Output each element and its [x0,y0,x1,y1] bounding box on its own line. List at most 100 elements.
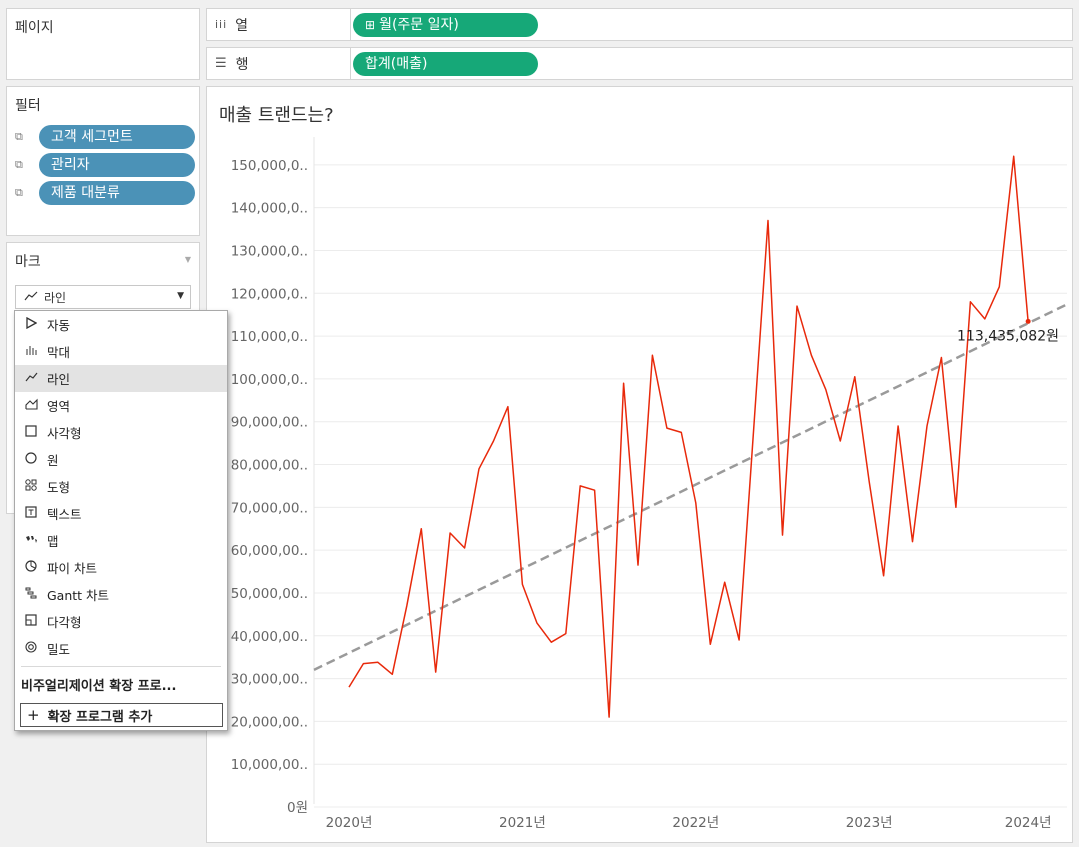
plus-icon: + [27,706,40,724]
y-axis: 0원 10,000,00.. 20,000,00.. 30,000,00.. 40,00… [231,158,308,816]
y-tick-label: 10,000,00.. [231,757,308,773]
menu-item-text[interactable]: 텍스트 [15,500,227,527]
y-tick-label: 80,000,00.. [231,458,308,474]
line-icon [25,371,47,386]
menu-item-shape[interactable]: 도형 [15,473,227,500]
x-axis: 2020년 2021년 2022년 2023년 2024년 [326,815,1052,831]
chart-grid [313,137,1067,808]
area-icon [25,398,47,414]
columns-icon: iii [215,18,228,31]
filter-item[interactable]: ⧉ 제품 대분류 [15,180,195,206]
sales-series [348,155,1031,718]
menu-item-label: 원 [47,453,59,468]
filter-icon: ⧉ [15,186,23,199]
menu-item-bar[interactable]: 막대 [15,338,227,365]
polygon-icon [25,613,47,630]
text-icon [25,505,47,522]
extensions-heading: 비주얼리제이션 확장 프로... [21,679,177,694]
menu-item-area[interactable]: 영역 [15,392,227,419]
y-tick-label: 40,000,00.. [231,629,308,645]
menu-item-label: 막대 [47,345,71,360]
filter-pill[interactable]: 제품 대분류 [39,181,195,205]
add-extension-button[interactable]: + 확장 프로그램 추가 [20,703,223,727]
filter-pill-label: 고객 세그먼트 [51,129,133,145]
menu-item-line[interactable]: 라인 [15,365,227,392]
chart-panel: 매출 트랜드는? 0원 10,000,00.. 20,000,00.. 30,000,… [206,86,1073,843]
rows-icon: ☰ [215,56,228,71]
mark-type-dropdown[interactable]: 자동 막대 라인 영역 사각형 원 도형 텍스트 맵 파이 차트 Gantt 차… [14,310,228,731]
bar-icon [25,344,47,360]
menu-item-label: 사각형 [47,426,82,441]
rows-shelf[interactable]: ☰ 행 합계(매출) [206,47,1073,80]
menu-item-label: Gantt 차트 [47,588,110,603]
filters-title: 필터 [15,98,41,114]
filter-pill[interactable]: 관리자 [39,153,195,177]
filters-panel: 필터 ⧉ 고객 세그먼트 ⧉ 관리자 ⧉ 제품 대분류 [6,86,200,236]
columns-label: iii 열 [215,9,248,40]
x-tick-label: 2022년 [672,815,719,831]
x-tick-label: 2020년 [326,815,373,831]
pages-title: 페이지 [15,20,54,36]
y-tick-label: 110,000,0.. [231,329,308,345]
menu-item-label: 파이 차트 [47,561,97,576]
menu-item-circle[interactable]: 원 [15,446,227,473]
sales-line [348,155,1029,718]
menu-item-label: 도형 [47,480,71,495]
mark-type-select[interactable]: 라인 ▼ [15,285,191,309]
x-tick-label: 2023년 [846,815,893,831]
mark-type-value: 라인 [44,290,67,305]
x-tick-label: 2021년 [499,815,546,831]
rows-label-text: 행 [235,56,249,73]
y-tick-label: 30,000,00.. [231,672,308,688]
menu-item-label: 텍스트 [47,507,82,522]
marks-title: 마크 [15,254,41,270]
y-tick-label: 50,000,00.. [231,586,308,602]
menu-item-gantt[interactable]: Gantt 차트 [15,581,227,608]
y-tick-label: 150,000,0.. [231,158,308,174]
chevron-down-icon[interactable]: ▼ [177,291,184,301]
menu-item-pie[interactable]: 파이 차트 [15,554,227,581]
automatic-icon [25,316,47,333]
expand-icon[interactable]: ⊞ [365,18,375,32]
columns-label-text: 열 [235,17,249,34]
filter-icon: ⧉ [15,158,23,171]
data-labels: 113,435,082원 [957,328,1059,344]
last-value-label: 113,435,082원 [957,328,1059,344]
menu-item-polygon[interactable]: 다각형 [15,608,227,635]
menu-item-label: 영역 [47,399,71,414]
filter-icon: ⧉ [15,130,23,143]
shelf-divider [350,48,351,79]
rows-pill[interactable]: 합계(매출) [353,52,538,76]
menu-item-square[interactable]: 사각형 [15,419,227,446]
y-tick-label: 70,000,00.. [231,500,308,516]
pages-panel: 페이지 [6,8,200,80]
circle-icon [25,451,47,468]
columns-shelf[interactable]: iii 열 ⊞ 월(주문 일자) [206,8,1073,41]
marks-menu-caret-icon[interactable]: ▼ [185,255,191,264]
columns-pill[interactable]: ⊞ 월(주문 일자) [353,13,538,37]
gantt-icon [25,587,47,603]
filter-item[interactable]: ⧉ 관리자 [15,152,195,178]
map-icon [25,533,47,548]
menu-item-automatic[interactable]: 자동 [15,311,227,338]
add-extension-label: 확장 프로그램 추가 [47,709,153,725]
density-icon [25,640,47,657]
shape-icon [25,478,47,495]
filter-item[interactable]: ⧉ 고객 세그먼트 [15,124,195,150]
menu-divider [21,666,221,667]
menu-item-density[interactable]: 밀도 [15,635,227,662]
y-tick-label: 120,000,0.. [231,286,308,302]
filter-pill[interactable]: 고객 세그먼트 [39,125,195,149]
line-chart[interactable]: 0원 10,000,00.. 20,000,00.. 30,000,00.. 40,00… [207,87,1072,842]
square-icon [25,424,47,441]
menu-item-map[interactable]: 맵 [15,527,227,554]
menu-item-label: 라인 [47,372,71,387]
x-tick-label: 2024년 [1005,815,1052,831]
menu-item-label: 자동 [47,318,71,333]
y-tick-label: 140,000,0.. [231,201,308,217]
rows-label: ☰ 행 [215,48,249,79]
menu-item-label: 맵 [47,534,59,549]
y-tick-label: 130,000,0.. [231,243,308,259]
menu-item-label: 밀도 [47,642,71,657]
last-point-marker [1025,318,1031,324]
